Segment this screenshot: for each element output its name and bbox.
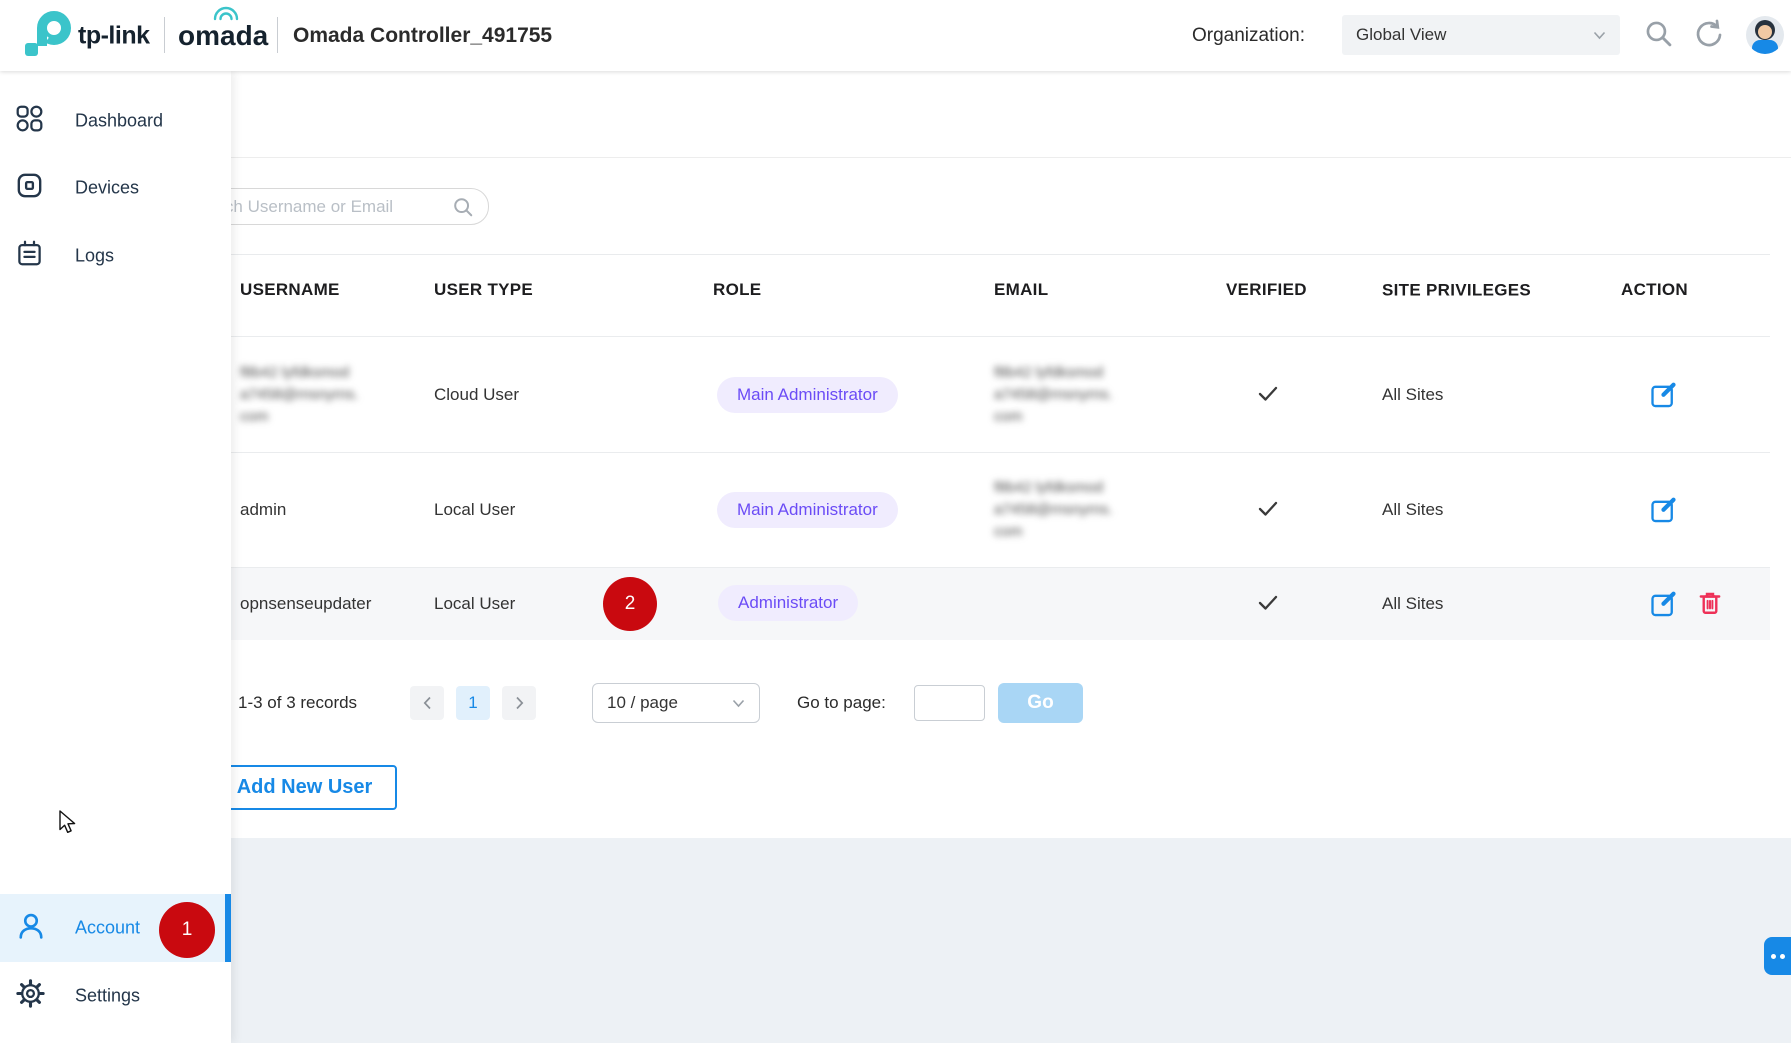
sidebar-item-label: Devices [75, 178, 139, 199]
row1-edit-button[interactable] [1649, 381, 1677, 409]
sidebar: Dashboard Devices Logs [0, 71, 231, 1043]
table-header-border [220, 336, 1770, 337]
row1-username-blurred: f8b42 lyfdksmod a7458@rnsnyrns. com [240, 362, 359, 428]
avatar-shirt [1752, 40, 1778, 54]
settings-gear-icon [16, 979, 45, 1013]
row3-username: opnsenseupdater [240, 594, 371, 614]
row2-divider [220, 567, 1770, 568]
omada-controller-page: USERNAME USER TYPE ROLE EMAIL VERIFIED S… [0, 0, 1791, 1043]
row3-delete-button[interactable] [1697, 590, 1725, 618]
account-notification-badge: 1 [159, 902, 215, 958]
brand-divider [164, 17, 165, 53]
sidebar-item-label: Settings [75, 986, 140, 1007]
footer-band [0, 838, 1791, 1043]
row2-username: admin [240, 500, 286, 520]
add-new-user-button[interactable]: Add New User [212, 765, 397, 810]
refresh-icon[interactable] [1693, 17, 1725, 54]
row2-verified-check-icon [1256, 497, 1280, 526]
row1-divider [220, 452, 1770, 453]
row3-edit-button[interactable] [1649, 590, 1677, 618]
search-input-icon[interactable] [452, 196, 474, 223]
sidebar-item-label: Dashboard [75, 111, 163, 132]
row2-site-privileges: All Sites [1382, 500, 1443, 520]
chat-dot-icon [1771, 954, 1776, 959]
omada-wifi-arcs-icon [212, 6, 240, 26]
chat-dot-icon [1780, 954, 1785, 959]
account-person-icon [16, 911, 46, 946]
col-header-username: USERNAME [240, 280, 340, 300]
go-button[interactable]: Go [998, 683, 1083, 723]
brand-divider [277, 17, 278, 53]
content-top-divider [231, 157, 1791, 158]
avatar-face [1758, 25, 1772, 39]
search-icon[interactable] [1644, 19, 1673, 53]
row3-site-privileges: All Sites [1382, 594, 1443, 614]
feedback-chat-button[interactable] [1764, 937, 1791, 975]
organization-select[interactable]: Global View [1342, 15, 1620, 55]
tplink-wordmark: tp-link [78, 21, 150, 50]
sidebar-item-label: Logs [75, 246, 114, 267]
row3-user-type: Local User [434, 594, 515, 614]
devices-icon [16, 172, 43, 204]
sidebar-item-label: Account [75, 918, 140, 939]
row1-verified-check-icon [1256, 382, 1280, 411]
active-item-indicator [225, 894, 231, 962]
row2-edit-button[interactable] [1649, 496, 1677, 524]
col-header-role: ROLE [713, 280, 761, 300]
col-header-email: EMAIL [994, 280, 1048, 300]
page-size-value: 10 / page [607, 693, 678, 713]
chevron-down-icon [732, 699, 745, 708]
table-top-border [220, 254, 1770, 255]
page-1-button[interactable]: 1 [456, 686, 490, 720]
dashboard-icon [16, 105, 43, 137]
tplink-logo-icon [25, 11, 71, 60]
row1-user-type: Cloud User [434, 385, 519, 405]
sidebar-item-devices[interactable]: Devices [0, 157, 231, 219]
organization-label: Organization: [1192, 25, 1305, 47]
sidebar-item-dashboard[interactable]: Dashboard [0, 90, 231, 152]
row1-site-privileges: All Sites [1382, 385, 1443, 405]
row1-role-badge: Main Administrator [717, 377, 898, 413]
next-page-button[interactable] [502, 686, 536, 720]
chevron-down-icon [1593, 31, 1606, 40]
row3-role-badge: Administrator [718, 585, 858, 621]
prev-page-button[interactable] [410, 686, 444, 720]
logs-icon [16, 240, 43, 272]
goto-page-label: Go to page: [797, 693, 886, 713]
page-size-select[interactable]: 10 / page [592, 683, 760, 723]
user-avatar[interactable] [1746, 16, 1784, 54]
row2-user-type: Local User [434, 500, 515, 520]
col-header-user-type: USER TYPE [434, 280, 533, 300]
records-count: 1-3 of 3 records [238, 693, 357, 713]
sidebar-item-account[interactable]: Account 1 [0, 894, 231, 962]
col-header-site-privileges: SITE PRIVILEGES [1382, 276, 1539, 305]
row3-verified-check-icon [1256, 591, 1280, 620]
sidebar-item-logs[interactable]: Logs [0, 225, 231, 287]
row3-notification-badge: 2 [603, 577, 657, 631]
sidebar-item-settings[interactable]: Settings [0, 965, 231, 1027]
row1-email-blurred: f8b42 lyfdksmod a7458@rnsnyrns. com [994, 362, 1113, 428]
top-header: tp-link omada Omada Controller_491755 Or… [0, 0, 1791, 71]
col-header-action: ACTION [1621, 280, 1688, 300]
controller-title: Omada Controller_491755 [293, 24, 552, 48]
col-header-verified: VERIFIED [1226, 280, 1307, 300]
row2-role-badge: Main Administrator [717, 492, 898, 528]
goto-page-input[interactable] [914, 685, 985, 721]
organization-value: Global View [1356, 25, 1446, 45]
row2-email-blurred: f8b42 lyfdksmod a7458@rnsnyrns. com [994, 477, 1113, 543]
